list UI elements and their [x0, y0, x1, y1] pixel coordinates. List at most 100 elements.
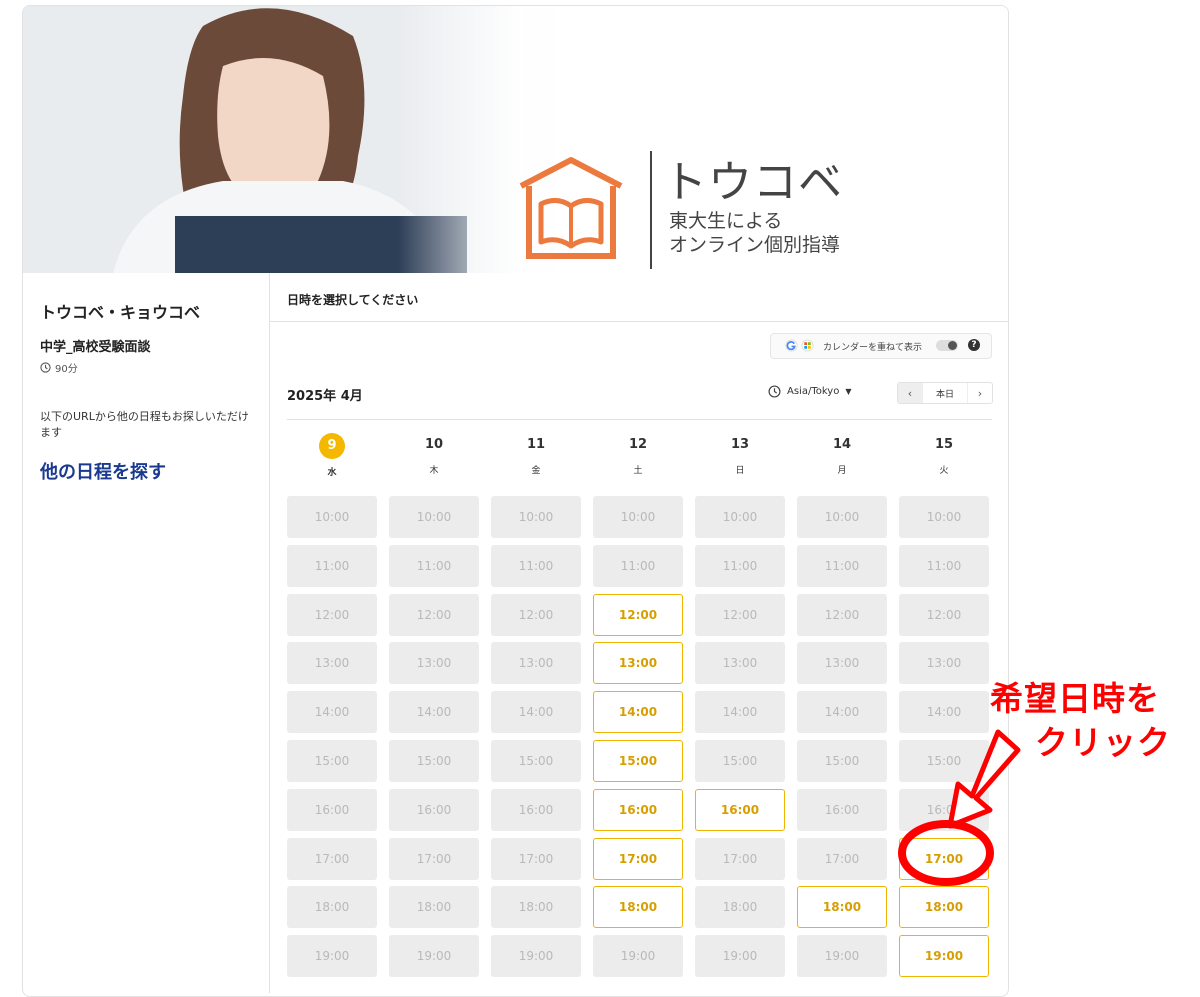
time-slot-unavailable: 16:00 — [287, 788, 377, 831]
time-slot-unavailable: 11:00 — [287, 544, 377, 587]
time-slot-unavailable: 17:00 — [389, 837, 479, 880]
time-slot-unavailable: 10:00 — [593, 496, 683, 538]
time-slot-unavailable: 10:00 — [491, 496, 581, 538]
time-slot-unavailable: 11:00 — [491, 544, 581, 587]
calendar-divider — [287, 419, 992, 420]
day-number: 13 — [730, 437, 750, 452]
chevron-right-icon: › — [977, 386, 983, 400]
time-slot-unavailable: 11:00 — [899, 544, 989, 587]
time-slot-available[interactable]: 14:00 — [593, 691, 683, 734]
weekday-label: 木 — [429, 466, 439, 476]
time-slot-unavailable: 15:00 — [287, 740, 377, 782]
time-slot-unavailable: 10:00 — [389, 496, 479, 538]
logo-tagline-2: オンライン個別指導 — [669, 234, 841, 256]
clock-icon — [768, 385, 781, 398]
day-number: 11 — [526, 437, 546, 452]
time-slot-unavailable: 14:00 — [695, 691, 785, 734]
time-slot-unavailable: 14:00 — [287, 691, 377, 734]
time-slot-available[interactable]: 16:00 — [593, 788, 683, 831]
time-slot-unavailable: 16:00 — [389, 788, 479, 831]
help-icon[interactable]: ? — [968, 339, 980, 351]
weekday-label: 日 — [735, 466, 745, 476]
time-slot-unavailable: 12:00 — [287, 593, 377, 636]
annotation-arrow-icon — [898, 729, 1021, 886]
time-slot-unavailable: 13:00 — [899, 642, 989, 685]
time-slot-unavailable: 13:00 — [797, 642, 887, 685]
other-dates-note: 以下のURLから他の日程もお探しいただけます — [40, 410, 249, 439]
week-navigation: ‹ 本日 › — [897, 382, 993, 404]
google-calendar-icon — [785, 339, 798, 352]
time-slot-unavailable: 13:00 — [695, 642, 785, 685]
panel-title: 日時を選択してください — [287, 293, 419, 307]
microsoft-calendar-icon — [801, 339, 814, 352]
timezone-selector[interactable]: Asia/Tokyo ▼ — [768, 385, 851, 398]
overlay-label: カレンダーを重ねて表示 — [823, 343, 923, 353]
next-week-button[interactable]: › — [968, 383, 992, 403]
overlay-switch[interactable] — [936, 340, 958, 351]
logo-house-icon — [519, 157, 623, 259]
time-slot-available[interactable]: 18:00 — [797, 886, 887, 929]
time-slot-unavailable: 12:00 — [695, 593, 785, 636]
time-slot-available[interactable]: 13:00 — [593, 642, 683, 685]
time-slot-unavailable: 18:00 — [389, 886, 479, 929]
logo-tagline-1: 東大生による — [669, 210, 783, 232]
time-slot-unavailable: 17:00 — [695, 837, 785, 880]
time-slot-unavailable: 17:00 — [797, 837, 887, 880]
time-slot-unavailable: 19:00 — [389, 935, 479, 978]
time-slot-available[interactable]: 16:00 — [695, 788, 785, 831]
time-slot-available[interactable]: 19:00 — [899, 935, 989, 978]
banner-photo — [23, 6, 523, 273]
month-label: 2025年 4月 — [287, 389, 363, 404]
duration: 90分 — [40, 360, 78, 375]
time-slot-unavailable: 13:00 — [287, 642, 377, 685]
time-slot-unavailable: 12:00 — [389, 593, 479, 636]
event-info-panel: トウコベ・キョウコベ 中学_高校受験面談 90分 以下のURLから他の日程もお探… — [23, 273, 270, 993]
time-slot-unavailable: 18:00 — [491, 886, 581, 929]
time-slot-unavailable: 17:00 — [491, 837, 581, 880]
time-slot-available[interactable]: 15:00 — [593, 740, 683, 782]
prev-week-button[interactable]: ‹ — [898, 383, 922, 403]
duration-label: 90分 — [55, 364, 78, 375]
time-slot-unavailable: 19:00 — [593, 935, 683, 978]
chevron-left-icon: ‹ — [907, 386, 913, 400]
time-slot-unavailable: 11:00 — [593, 544, 683, 587]
weekday-label: 土 — [633, 466, 643, 476]
time-slot-unavailable: 14:00 — [491, 691, 581, 734]
time-slot-unavailable: 15:00 — [695, 740, 785, 782]
day-header: 13 日 — [695, 433, 785, 476]
time-slot-unavailable: 12:00 — [491, 593, 581, 636]
time-slot-unavailable: 14:00 — [797, 691, 887, 734]
time-slot-unavailable: 15:00 — [389, 740, 479, 782]
time-slot-available[interactable]: 18:00 — [593, 886, 683, 929]
annotation-line-1: 希望日時を — [990, 679, 1160, 718]
day-header: 10 木 — [389, 433, 479, 476]
time-slot-unavailable: 15:00 — [491, 740, 581, 782]
today-button[interactable]: 本日 — [922, 383, 968, 403]
other-dates-link[interactable]: 他の日程を探す — [40, 458, 166, 484]
day-number: 10 — [424, 437, 444, 452]
panel-header: 日時を選択してください — [270, 273, 1008, 322]
time-slot-unavailable: 10:00 — [797, 496, 887, 538]
time-slot-unavailable: 12:00 — [899, 593, 989, 636]
time-slot-unavailable: 19:00 — [287, 935, 377, 978]
clock-icon — [40, 362, 51, 373]
day-header: 14 月 — [797, 433, 887, 476]
annotation-line-2: クリック — [1035, 723, 1171, 762]
day-header: 9水 — [287, 433, 377, 478]
header-banner: トウコベ 東大生による オンライン個別指導 — [23, 6, 1008, 273]
weekday-label: 火 — [939, 466, 949, 476]
calendar-overlay-toggle[interactable]: カレンダーを重ねて表示 ? — [770, 333, 992, 359]
day-number: 15 — [934, 437, 954, 452]
weekday-label: 月 — [837, 466, 847, 476]
time-slot-available[interactable]: 17:00 — [593, 837, 683, 880]
weekday-label: 金 — [531, 466, 541, 476]
day-number: 12 — [628, 437, 648, 452]
timezone-label: Asia/Tokyo — [787, 386, 840, 397]
time-slot-unavailable: 11:00 — [695, 544, 785, 587]
logo-name: トウコベ — [663, 157, 843, 208]
time-slot-unavailable: 18:00 — [287, 886, 377, 929]
chevron-down-icon: ▼ — [845, 387, 852, 396]
time-slot-unavailable: 17:00 — [287, 837, 377, 880]
time-slot-available[interactable]: 12:00 — [593, 593, 683, 636]
booking-card: トウコベ 東大生による オンライン個別指導 トウコベ・キョウコベ 中学_高校受験… — [22, 5, 1009, 997]
